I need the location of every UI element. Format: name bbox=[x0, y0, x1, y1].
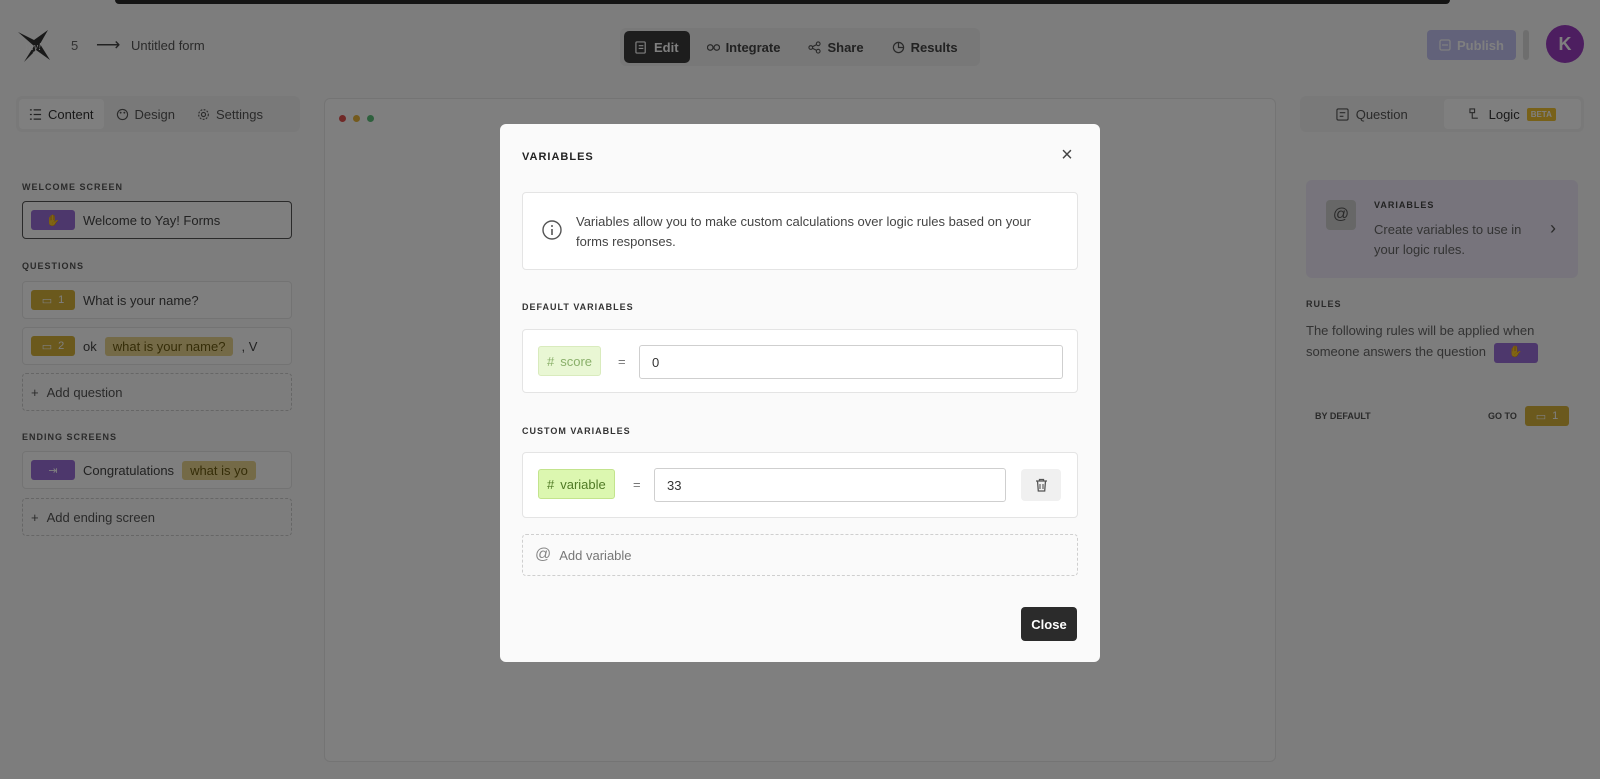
custom-variables-label: CUSTOM VARIABLES bbox=[522, 426, 631, 436]
add-variable-label: Add variable bbox=[559, 547, 632, 563]
default-variable-row: # score = bbox=[522, 329, 1078, 393]
info-text: Variables allow you to make custom calcu… bbox=[576, 214, 1031, 249]
variables-modal: VARIABLES × Variables allow you to make … bbox=[500, 124, 1100, 662]
close-button[interactable]: Close bbox=[1021, 607, 1077, 641]
equals-sign: = bbox=[633, 477, 641, 492]
custom-variable-name: variable bbox=[560, 476, 606, 492]
score-value-input[interactable] bbox=[639, 345, 1063, 379]
close-icon[interactable]: × bbox=[1056, 144, 1078, 166]
default-variables-label: DEFAULT VARIABLES bbox=[522, 302, 634, 312]
score-variable-name: score bbox=[560, 353, 593, 369]
modal-title: VARIABLES bbox=[522, 151, 594, 163]
custom-variable-row: # variable = bbox=[522, 452, 1078, 518]
delete-variable-button[interactable] bbox=[1021, 469, 1061, 501]
custom-variable-tag[interactable]: # variable bbox=[538, 469, 615, 499]
add-variable-button[interactable]: @ Add variable bbox=[522, 534, 1078, 576]
at-sign-icon: @ bbox=[535, 546, 552, 563]
score-variable-tag: # score bbox=[538, 346, 602, 376]
info-box: Variables allow you to make custom calcu… bbox=[522, 192, 1078, 270]
trash-icon bbox=[1035, 478, 1047, 492]
info-icon bbox=[542, 220, 562, 240]
hash-icon: # bbox=[547, 353, 555, 369]
custom-value-input[interactable] bbox=[654, 468, 1006, 502]
hash-icon: # bbox=[547, 476, 555, 492]
equals-sign: = bbox=[618, 354, 626, 369]
